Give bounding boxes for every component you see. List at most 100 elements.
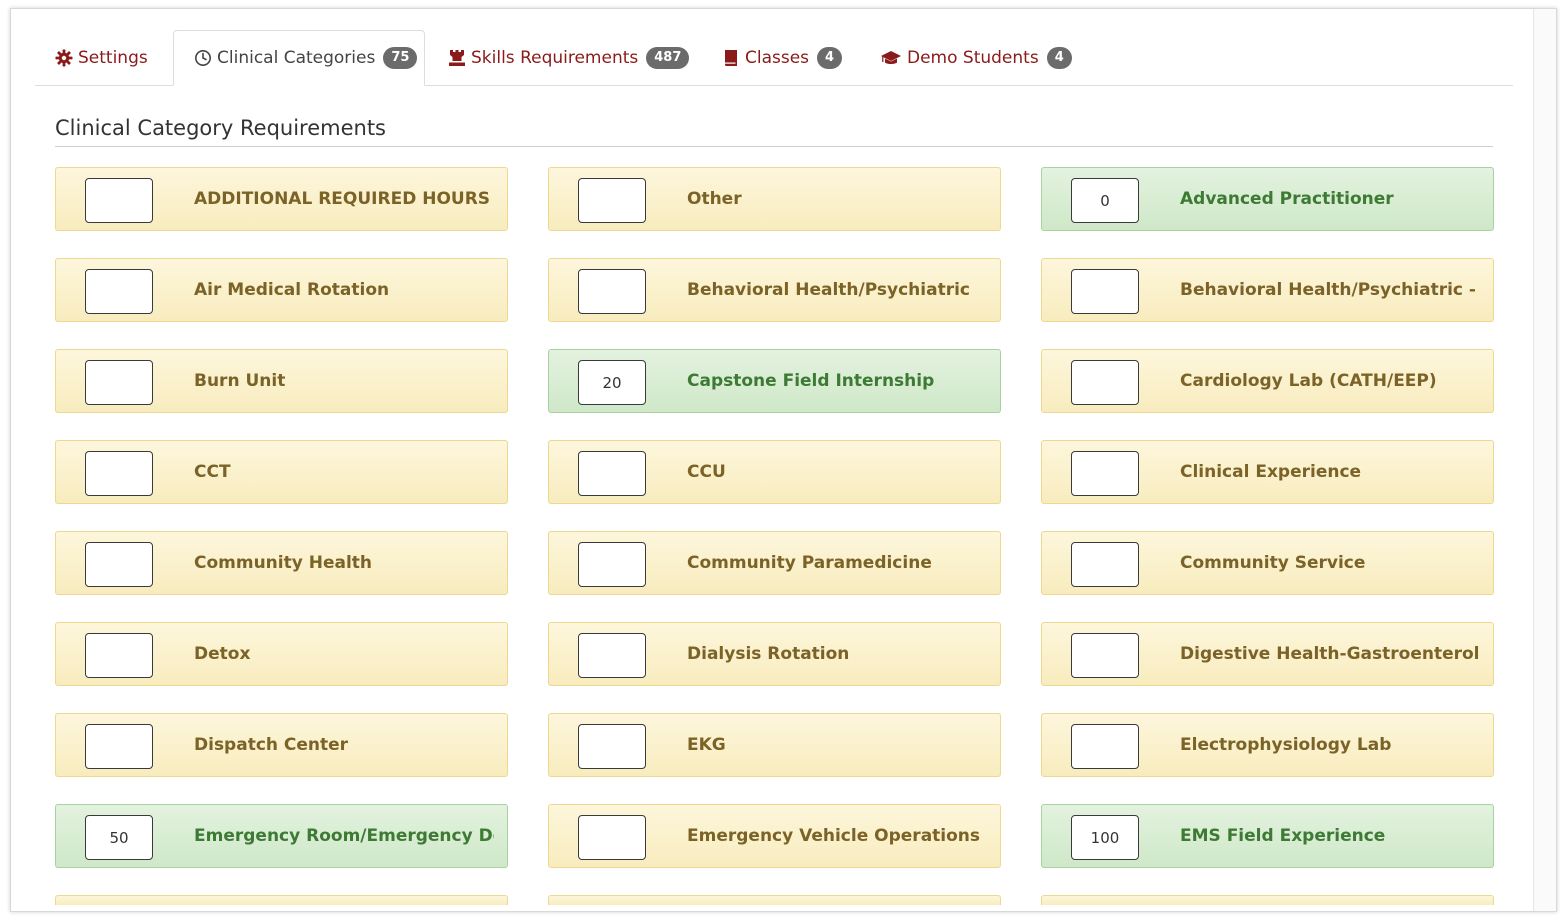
category-label: CCU	[687, 462, 726, 482]
category-label: Community Health	[194, 553, 373, 573]
clock-icon	[194, 49, 212, 67]
graduation-cap-icon	[880, 49, 902, 67]
category-label: EMS Field Experience	[1180, 826, 1386, 846]
category-card: Behavioral Health/Psychiatric - ...	[1041, 258, 1494, 322]
category-card: Detox	[55, 622, 508, 686]
category-label: Emergency Room/Emergency De...	[194, 826, 494, 846]
category-card-partial	[55, 895, 508, 905]
tab-settings-label: Settings	[78, 47, 148, 68]
category-card: Other	[548, 167, 1001, 231]
category-grid: ADDITIONAL REQUIRED HOURS Other Advanced P…	[55, 167, 1494, 905]
tab-clinical-categories-label: Clinical Categories	[217, 48, 376, 68]
category-card: Community Paramedicine	[548, 531, 1001, 595]
required-hours-input[interactable]	[85, 269, 153, 314]
category-label: Community Paramedicine	[687, 553, 932, 573]
category-label: Capstone Field Internship	[687, 371, 935, 391]
required-hours-input[interactable]	[1071, 724, 1139, 769]
demo-students-count-badge: 4	[1046, 46, 1072, 69]
section-title: Clinical Category Requirements	[55, 116, 386, 140]
category-card: EMS Field Experience	[1041, 804, 1494, 868]
required-hours-input[interactable]	[578, 269, 646, 314]
skills-requirements-count-badge: 487	[646, 46, 690, 69]
category-label: Advanced Practitioner	[1180, 189, 1394, 209]
required-hours-input[interactable]	[578, 178, 646, 223]
tab-classes-label: Classes	[745, 47, 810, 68]
category-label: Behavioral Health/Psychiatric - ...	[1180, 280, 1480, 300]
tab-classes[interactable]: Classes 4	[722, 30, 843, 85]
category-card: Digestive Health-Gastroenterolo...	[1041, 622, 1494, 686]
category-card: Burn Unit	[55, 349, 508, 413]
app-frame: Settings Clinical Categories 75 Skills R…	[10, 8, 1557, 912]
vertical-scrollbar[interactable]	[1533, 9, 1556, 911]
required-hours-input[interactable]	[1071, 178, 1139, 223]
category-label: Dialysis Rotation	[687, 644, 850, 664]
required-hours-input[interactable]	[578, 815, 646, 860]
category-card-partial	[1041, 895, 1494, 905]
required-hours-input[interactable]	[578, 542, 646, 587]
required-hours-input[interactable]	[85, 724, 153, 769]
tab-demo-students-label: Demo Students	[907, 47, 1039, 68]
required-hours-input[interactable]	[85, 542, 153, 587]
classes-count-badge: 4	[817, 46, 843, 69]
category-card: Community Health	[55, 531, 508, 595]
category-card: Air Medical Rotation	[55, 258, 508, 322]
required-hours-input[interactable]	[1071, 451, 1139, 496]
book-icon	[722, 49, 740, 67]
required-hours-input[interactable]	[578, 633, 646, 678]
category-label: CCT	[194, 462, 231, 482]
category-card: Advanced Practitioner	[1041, 167, 1494, 231]
required-hours-input[interactable]	[578, 724, 646, 769]
category-card: EKG	[548, 713, 1001, 777]
category-card: Cardiology Lab (CATH/EEP)	[1041, 349, 1494, 413]
category-card: Emergency Vehicle Operations	[548, 804, 1001, 868]
category-label: Cardiology Lab (CATH/EEP)	[1180, 371, 1437, 391]
category-label: EKG	[687, 735, 726, 755]
required-hours-input[interactable]	[1071, 269, 1139, 314]
required-hours-input[interactable]	[85, 360, 153, 405]
required-hours-input[interactable]	[578, 451, 646, 496]
category-label: Detox	[194, 644, 251, 664]
category-card: Dispatch Center	[55, 713, 508, 777]
required-hours-input[interactable]	[85, 815, 153, 860]
category-label: Dispatch Center	[194, 735, 349, 755]
required-hours-input[interactable]	[85, 633, 153, 678]
category-label: Burn Unit	[194, 371, 286, 391]
tab-clinical-categories[interactable]: Clinical Categories 75	[173, 30, 425, 86]
category-card: Emergency Room/Emergency De...	[55, 804, 508, 868]
tab-demo-students[interactable]: Demo Students 4	[880, 30, 1072, 85]
category-label: Other	[687, 189, 742, 209]
tab-settings[interactable]: Settings	[55, 30, 148, 85]
category-label: Electrophysiology Lab	[1180, 735, 1392, 755]
category-card: Clinical Experience	[1041, 440, 1494, 504]
category-card: CCU	[548, 440, 1001, 504]
required-hours-input[interactable]	[1071, 360, 1139, 405]
category-label: Emergency Vehicle Operations	[687, 826, 981, 846]
category-card: Dialysis Rotation	[548, 622, 1001, 686]
required-hours-input[interactable]	[1071, 815, 1139, 860]
chess-rook-icon	[448, 49, 466, 67]
required-hours-input[interactable]	[578, 360, 646, 405]
category-card: CCT	[55, 440, 508, 504]
category-card-partial	[548, 895, 1001, 905]
category-card: Behavioral Health/Psychiatric	[548, 258, 1001, 322]
category-label: Clinical Experience	[1180, 462, 1362, 482]
tab-skills-requirements-label: Skills Requirements	[471, 47, 639, 68]
clinical-categories-count-badge: 75	[383, 47, 418, 69]
category-label: Digestive Health-Gastroenterolo...	[1180, 644, 1480, 664]
category-card: ADDITIONAL REQUIRED HOURS	[55, 167, 508, 231]
category-label: Behavioral Health/Psychiatric	[687, 280, 970, 300]
tab-skills-requirements[interactable]: Skills Requirements 487	[448, 30, 690, 85]
tab-bar: Settings Clinical Categories 75 Skills R…	[35, 30, 1513, 86]
category-card: Capstone Field Internship	[548, 349, 1001, 413]
gear-icon	[55, 49, 73, 67]
required-hours-input[interactable]	[1071, 542, 1139, 587]
required-hours-input[interactable]	[85, 178, 153, 223]
category-label: Air Medical Rotation	[194, 280, 390, 300]
category-label: Community Service	[1180, 553, 1366, 573]
required-hours-input[interactable]	[85, 451, 153, 496]
required-hours-input[interactable]	[1071, 633, 1139, 678]
category-label: ADDITIONAL REQUIRED HOURS	[194, 189, 491, 209]
category-card: Community Service	[1041, 531, 1494, 595]
category-card: Electrophysiology Lab	[1041, 713, 1494, 777]
section-divider	[55, 146, 1493, 147]
